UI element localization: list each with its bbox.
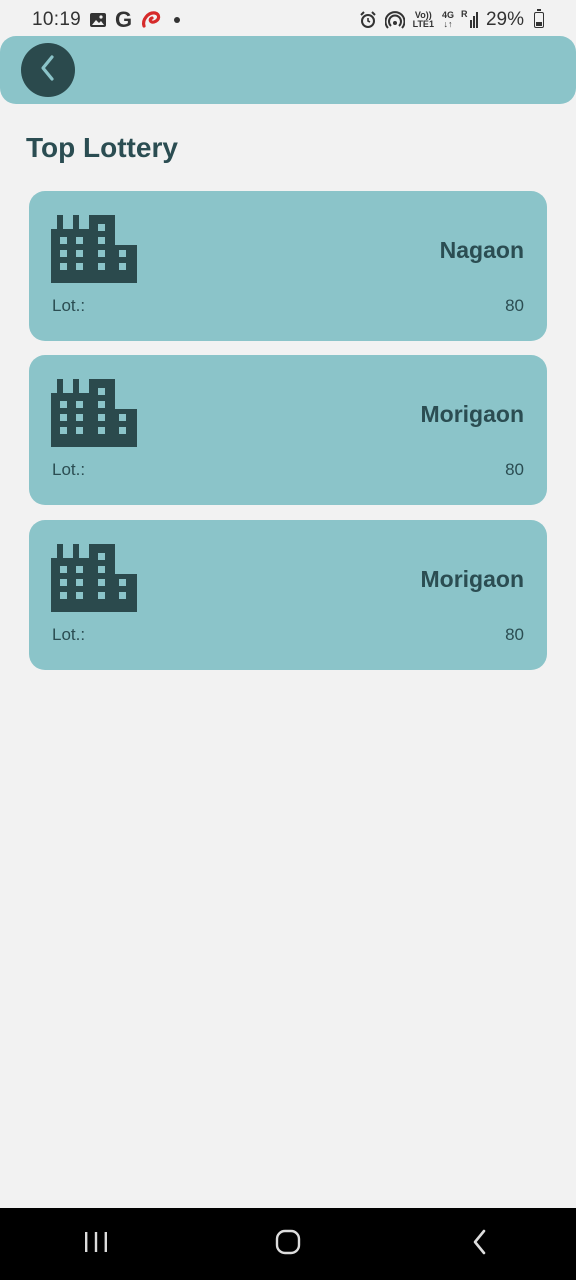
roaming-indicator: R <box>460 9 468 19</box>
alarm-icon <box>359 11 377 29</box>
nav-back-icon <box>470 1228 490 1261</box>
google-icon: G <box>115 7 133 32</box>
building-icon <box>51 215 137 290</box>
chevron-left-icon <box>36 53 60 88</box>
recents-icon <box>83 1230 109 1259</box>
building-icon <box>51 379 137 454</box>
lottery-card[interactable]: Nagaon Lot.: 80 <box>29 191 547 341</box>
lottery-card[interactable]: Morigaon Lot.: 80 <box>29 355 547 505</box>
battery-percent: 29% <box>485 9 524 30</box>
lottery-card[interactable]: Morigaon Lot.: 80 <box>29 520 547 670</box>
home-icon <box>274 1228 302 1261</box>
network-type-indicator: 4G ↓↑ <box>442 11 454 29</box>
system-nav-bar <box>0 1208 576 1280</box>
status-time: 10:19 <box>32 9 82 30</box>
status-left: 10:19 G <box>32 7 181 33</box>
volte-indicator: Vo)) LTE1 <box>413 11 434 29</box>
notification-dot-icon <box>174 17 181 23</box>
lot-value: 80 <box>505 460 524 479</box>
status-bar: 10:19 G Vo)) LTE1 4G ↓↑ R 29% <box>0 0 576 40</box>
nav-back-button[interactable] <box>450 1214 510 1274</box>
city-name: Morigaon <box>420 566 525 592</box>
signal-icon: R <box>460 9 478 28</box>
airtel-icon <box>140 10 162 30</box>
city-name: Nagaon <box>439 237 524 263</box>
recents-button[interactable] <box>66 1214 126 1274</box>
lot-label: Lot.: <box>52 296 86 315</box>
home-button[interactable] <box>258 1214 318 1274</box>
lot-value: 80 <box>505 296 524 315</box>
city-name: Morigaon <box>420 401 525 427</box>
back-button[interactable] <box>21 43 75 97</box>
status-right: Vo)) LTE1 4G ↓↑ R 29% <box>359 9 544 31</box>
data-arrows-icon: ↓↑ <box>443 19 453 29</box>
volte-line2: LTE1 <box>412 19 434 29</box>
lot-value: 80 <box>505 625 524 644</box>
page-title: Top Lottery <box>26 132 178 163</box>
lot-label: Lot.: <box>52 625 86 644</box>
lot-label: Lot.: <box>52 460 86 479</box>
gallery-icon <box>89 12 107 28</box>
app-bar <box>0 36 576 104</box>
building-icon <box>51 544 137 619</box>
hotspot-icon <box>384 11 405 29</box>
battery-icon <box>534 9 544 28</box>
